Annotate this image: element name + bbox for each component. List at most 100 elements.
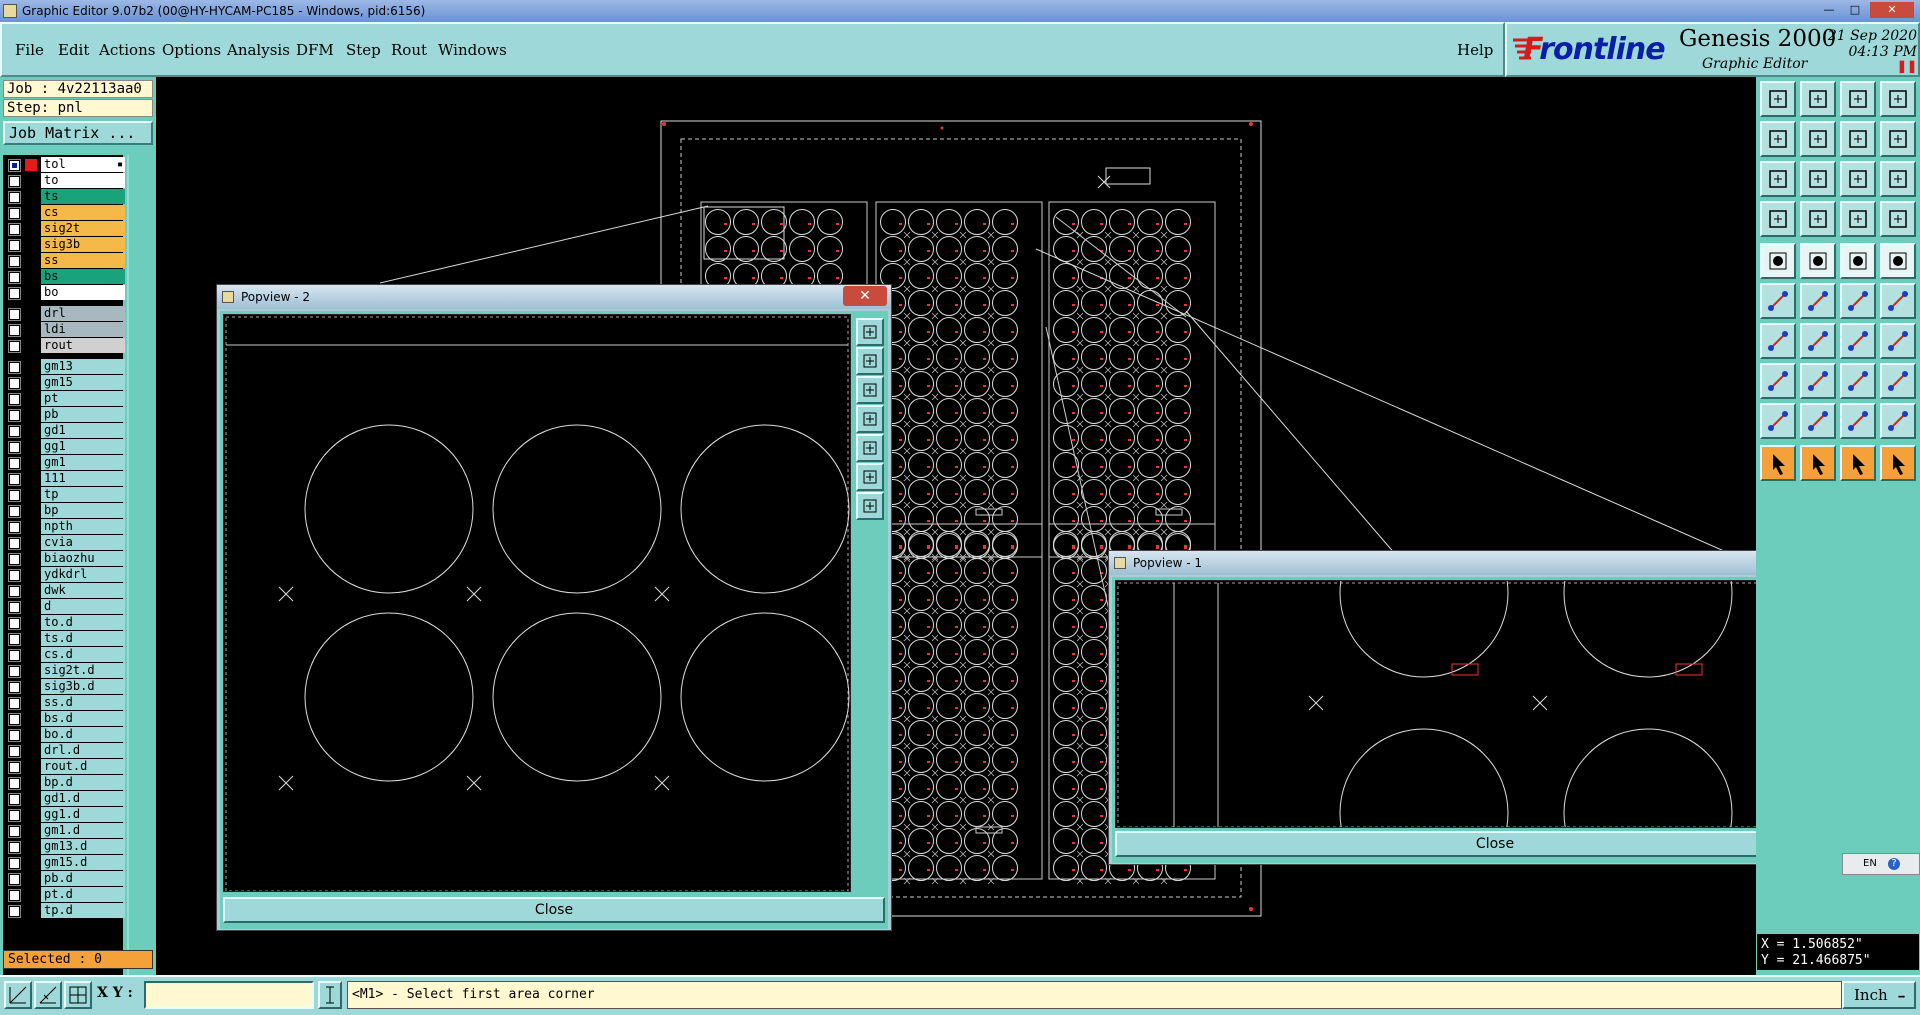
layer-row-d[interactable]: d xyxy=(3,599,125,615)
layer-row-to[interactable]: to xyxy=(3,173,125,189)
layer-checkbox[interactable] xyxy=(8,521,21,534)
popview-2-titlebar[interactable]: Popview - 2 ✕ xyxy=(217,285,891,309)
layer-checkbox[interactable] xyxy=(8,159,21,172)
xy-input[interactable] xyxy=(144,981,314,1009)
layer-checkbox[interactable] xyxy=(8,271,21,284)
pad-tool-button[interactable] xyxy=(1760,243,1796,279)
fit-view-button[interactable] xyxy=(856,318,884,346)
house-tool-button[interactable] xyxy=(1840,81,1876,117)
layer-row-sig3b[interactable]: sig3b xyxy=(3,237,125,253)
move-pointer-tool-button[interactable] xyxy=(1840,445,1876,481)
next-step-tool-button[interactable] xyxy=(1800,81,1836,117)
layer-name[interactable]: pb.d xyxy=(41,871,125,886)
layer-row-sig2t-d[interactable]: sig2t.d xyxy=(3,663,125,679)
layer-name[interactable]: ts.d xyxy=(41,631,125,646)
fit-tool-button[interactable] xyxy=(1760,161,1796,197)
layer-checkbox[interactable] xyxy=(8,207,21,220)
layer-name[interactable]: sig3b.d xyxy=(41,679,125,694)
layer-name[interactable]: drl xyxy=(41,306,125,321)
layer-name[interactable]: gm1 xyxy=(41,455,125,470)
layer-row-tol[interactable]: tol ▪ xyxy=(3,157,125,173)
layer-checkbox[interactable] xyxy=(8,441,21,454)
line-dot-tool-button[interactable] xyxy=(1840,283,1876,319)
layers-tool-button[interactable] xyxy=(1840,201,1876,237)
menu-analysis[interactable]: Analysis xyxy=(227,41,290,59)
grid-snap-button[interactable] xyxy=(64,981,92,1009)
layer-name[interactable]: ts xyxy=(41,189,125,204)
layer-checkbox[interactable] xyxy=(8,809,21,822)
layer-checkbox[interactable] xyxy=(8,553,21,566)
layer-row-ts-d[interactable]: ts.d xyxy=(3,631,125,647)
menu-help[interactable]: Help xyxy=(1457,41,1493,59)
layer-checkbox[interactable] xyxy=(8,841,21,854)
layer-row-bs-d[interactable]: bs.d xyxy=(3,711,125,727)
align-tool-button[interactable] xyxy=(1880,323,1916,359)
layer-name[interactable]: tp.d xyxy=(41,903,125,918)
layer-name[interactable]: tol ▪ xyxy=(41,157,125,172)
layer-checkbox[interactable] xyxy=(8,681,21,694)
layer-name[interactable]: dwk xyxy=(41,583,125,598)
arch-a-tool-button[interactable] xyxy=(1880,403,1916,439)
layer-checkbox[interactable] xyxy=(8,175,21,188)
layer-name[interactable]: gm13 xyxy=(41,359,125,374)
measure-tool-button[interactable] xyxy=(1840,363,1876,399)
popview-2-close-button[interactable]: Close xyxy=(223,897,885,923)
layer-name[interactable]: gd1.d xyxy=(41,791,125,806)
layer-name[interactable]: rout.d xyxy=(41,759,125,774)
layer-name[interactable]: ss.d xyxy=(41,695,125,710)
layer-row-biaozhu[interactable]: biaozhu xyxy=(3,551,125,567)
layer-checkbox[interactable] xyxy=(8,585,21,598)
layer-checkbox[interactable] xyxy=(8,255,21,268)
layer-checkbox[interactable] xyxy=(8,697,21,710)
language-indicator[interactable]: EN ? xyxy=(1842,853,1920,875)
layer-name[interactable]: d xyxy=(41,599,125,614)
layer-name[interactable]: cs xyxy=(41,205,125,220)
maximize-button[interactable]: □ xyxy=(1844,2,1866,18)
layer-row-bo-d[interactable]: bo.d xyxy=(3,727,125,743)
layer-name[interactable]: pt.d xyxy=(41,887,125,902)
layer-row-dwk[interactable]: dwk xyxy=(3,583,125,599)
layer-row-cs-d[interactable]: cs.d xyxy=(3,647,125,663)
layer-name[interactable]: gg1.d xyxy=(41,807,125,822)
layer-name[interactable]: gm15 xyxy=(41,375,125,390)
layer-row-gm15-d[interactable]: gm15.d xyxy=(3,855,125,871)
zoom-out-button[interactable] xyxy=(856,376,884,404)
zoom-area-button[interactable] xyxy=(856,463,884,491)
minimize-button[interactable]: — xyxy=(1818,2,1840,18)
layer-list-scrollbar[interactable] xyxy=(127,155,153,997)
layer-checkbox[interactable] xyxy=(8,601,21,614)
popview-2-close-icon[interactable]: ✕ xyxy=(843,286,887,306)
home-tool-button[interactable] xyxy=(1760,81,1796,117)
draw-line-tool-button[interactable] xyxy=(1760,323,1796,359)
layer-row-drl-d[interactable]: drl.d xyxy=(3,743,125,759)
layer-checkbox[interactable] xyxy=(8,713,21,726)
layer-row-bp[interactable]: bp xyxy=(3,503,125,519)
layer-row-to-d[interactable]: to.d xyxy=(3,615,125,631)
layer-name[interactable]: bs.d xyxy=(41,711,125,726)
layer-checkbox[interactable] xyxy=(8,505,21,518)
layer-name[interactable]: npth xyxy=(41,519,125,534)
layer-name[interactable]: sig2t xyxy=(41,221,125,236)
layer-checkbox[interactable] xyxy=(8,409,21,422)
layer-row-gm13-d[interactable]: gm13.d xyxy=(3,839,125,855)
layer-row-cs[interactable]: cs xyxy=(3,205,125,221)
layer-name[interactable]: sig2t.d xyxy=(41,663,125,678)
swap-tool-button[interactable] xyxy=(1840,121,1876,157)
layer-checkbox[interactable] xyxy=(8,377,21,390)
layer-name[interactable]: to xyxy=(41,173,125,188)
layer-name[interactable]: bp xyxy=(41,503,125,518)
arc-tool-button[interactable] xyxy=(1840,323,1876,359)
layer-checkbox[interactable] xyxy=(8,393,21,406)
pan-center-button[interactable] xyxy=(856,492,884,520)
layer-row-bo[interactable]: bo xyxy=(3,285,125,301)
layer-checkbox[interactable] xyxy=(8,361,21,374)
layer-checkbox[interactable] xyxy=(8,905,21,918)
layer-checkbox[interactable] xyxy=(8,569,21,582)
ratio-tool-button[interactable] xyxy=(1840,161,1876,197)
layer-row-npth[interactable]: npth xyxy=(3,519,125,535)
layer-checkbox[interactable] xyxy=(8,761,21,774)
snap-mode-2-button[interactable] xyxy=(34,981,62,1009)
layer-row-rout-d[interactable]: rout.d xyxy=(3,759,125,775)
route-tool-button[interactable] xyxy=(1880,445,1916,481)
layer-checkbox[interactable] xyxy=(8,324,21,337)
